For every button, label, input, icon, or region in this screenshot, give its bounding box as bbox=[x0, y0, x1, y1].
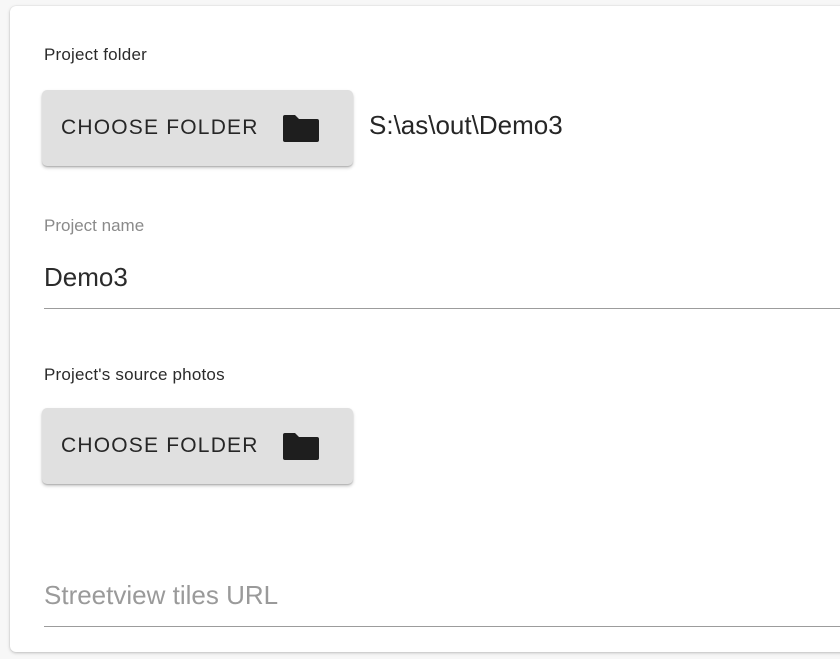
project-name-input[interactable]: Demo3 bbox=[44, 262, 128, 293]
project-name-label: Project name bbox=[44, 216, 145, 235]
choose-source-photos-button[interactable]: CHOOSE FOLDER bbox=[42, 408, 353, 484]
streetview-url-underline bbox=[44, 626, 840, 627]
project-name-underline bbox=[44, 308, 840, 309]
choose-source-photos-button-label: CHOOSE FOLDER bbox=[61, 434, 259, 457]
streetview-url-input[interactable]: Streetview tiles URL bbox=[44, 580, 278, 611]
project-folder-label: Project folder bbox=[44, 45, 147, 64]
folder-icon bbox=[281, 113, 321, 143]
choose-project-folder-button-label: CHOOSE FOLDER bbox=[61, 116, 259, 139]
source-photos-label: Project's source photos bbox=[44, 365, 225, 384]
project-folder-path: S:\as\out\Demo3 bbox=[369, 110, 563, 140]
folder-icon bbox=[281, 431, 321, 461]
choose-project-folder-button[interactable]: CHOOSE FOLDER bbox=[42, 90, 353, 166]
